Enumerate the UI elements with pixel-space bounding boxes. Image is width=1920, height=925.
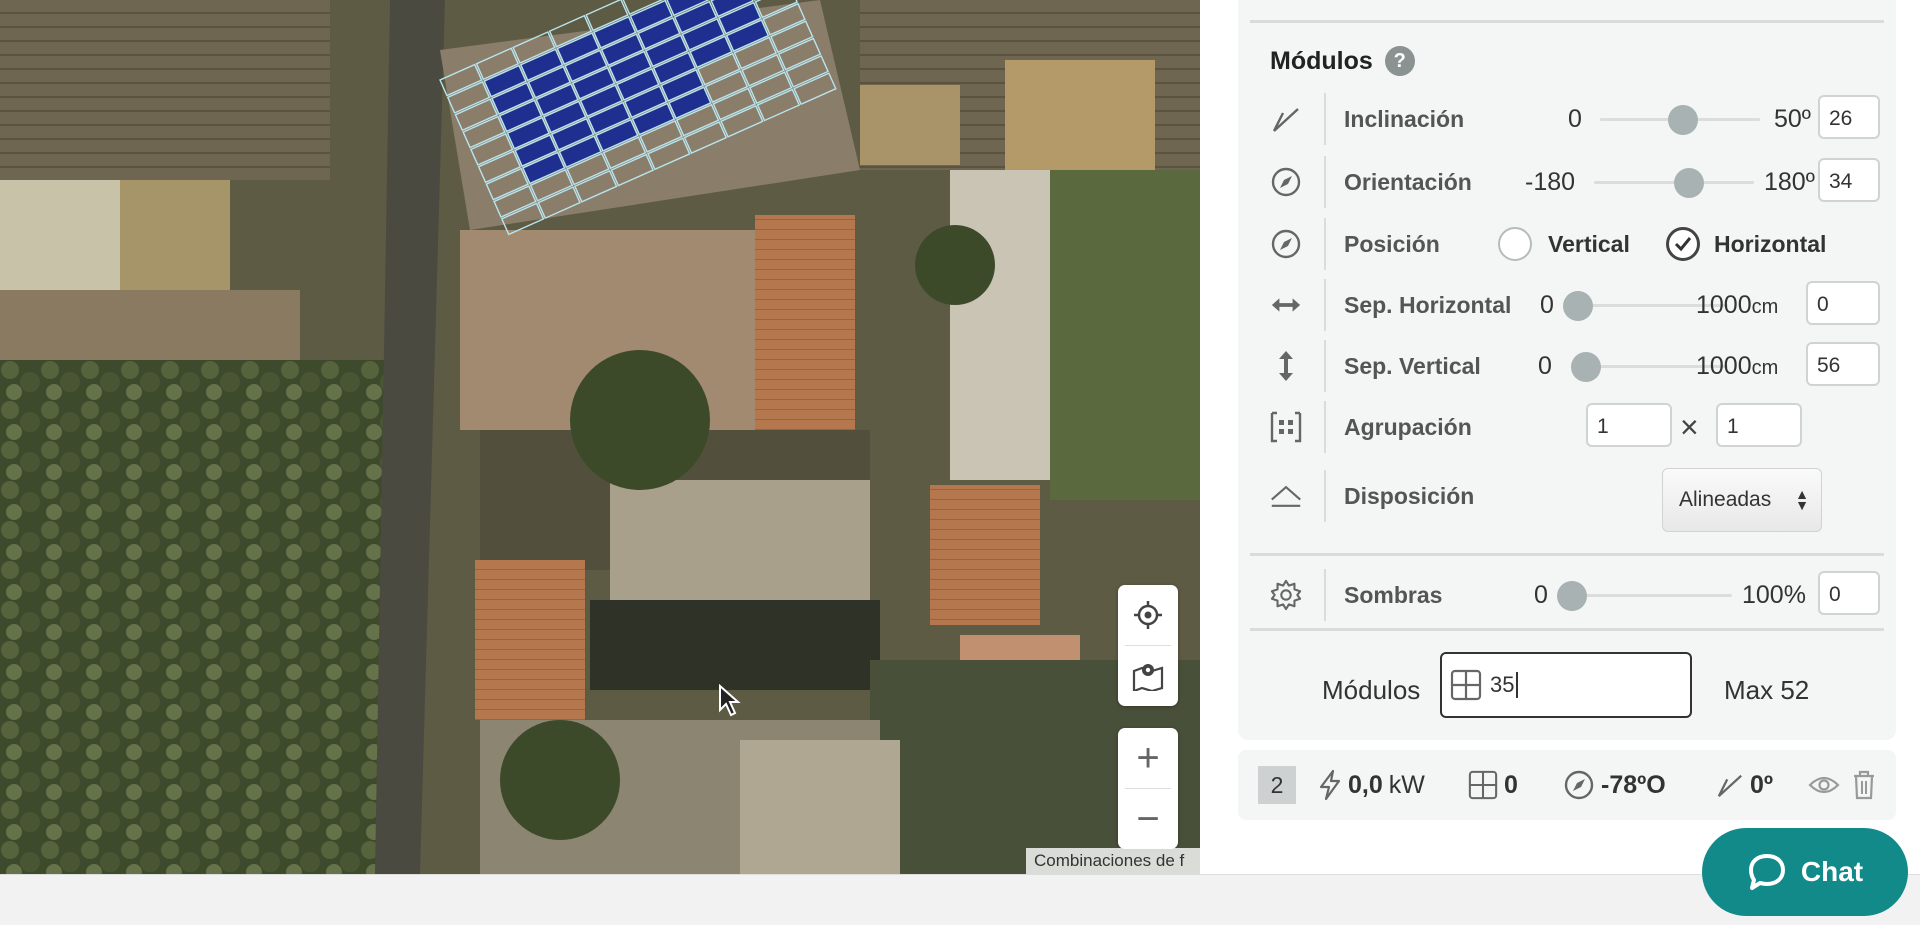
trash-icon — [1852, 770, 1876, 800]
sombras-min: 0 — [1534, 565, 1548, 625]
plus-icon: + — [1136, 738, 1159, 778]
array-summary-bar: 2 0,0kW 0 -78ºO 0º — [1238, 750, 1896, 820]
map-type-button[interactable] — [1118, 646, 1178, 706]
modules-panel: Módulos ? Inclinación 0 50º 26 Orientaci… — [1238, 0, 1896, 740]
inclinacion-label: Inclinación — [1344, 89, 1464, 149]
chat-bubble-icon — [1747, 852, 1787, 892]
disposicion-row: Disposición Alineadas ▲▼ — [1250, 466, 1884, 526]
locate-button[interactable] — [1118, 585, 1178, 645]
orientacion-input[interactable]: 34 — [1818, 158, 1880, 202]
sep-vertical-label: Sep. Vertical — [1344, 336, 1481, 396]
tilt-icon — [1716, 771, 1744, 799]
disposicion-label: Disposición — [1344, 466, 1474, 526]
agrupacion-rows-input[interactable]: 1 — [1586, 403, 1672, 447]
sep-vertical-max: 1000cm — [1696, 336, 1778, 396]
sombras-input[interactable]: 0 — [1818, 571, 1880, 615]
lightning-icon — [1318, 769, 1342, 801]
gear-icon — [1270, 579, 1302, 611]
orientacion-max: 180º — [1764, 152, 1815, 212]
inclinacion-max: 50º — [1774, 89, 1811, 149]
mouse-cursor-icon — [718, 684, 742, 718]
inclinacion-row: Inclinación 0 50º 26 — [1250, 89, 1884, 149]
disposicion-select[interactable]: Alineadas ▲▼ — [1662, 468, 1822, 532]
modules-title: Módulos ? — [1270, 46, 1415, 76]
arrows-vertical-icon — [1270, 350, 1302, 382]
sep-vertical-slider-handle[interactable] — [1571, 352, 1601, 382]
bottom-bar — [0, 874, 1920, 925]
agrupacion-label: Agrupación — [1344, 397, 1472, 457]
sombras-slider-handle[interactable] — [1557, 581, 1587, 611]
modules-summary: 0 — [1468, 750, 1518, 820]
crosshair-icon — [1133, 600, 1163, 630]
sep-horizontal-input[interactable]: 0 — [1806, 281, 1880, 325]
tilt-icon — [1270, 103, 1302, 135]
horizontal-label[interactable]: Horizontal — [1714, 214, 1826, 274]
inclinacion-input[interactable]: 26 — [1818, 95, 1880, 139]
check-icon — [1669, 230, 1697, 258]
satellite-map[interactable]: + − Combinaciones de f — [0, 0, 1200, 874]
zoom-controls: + − — [1118, 728, 1178, 849]
compass-icon — [1270, 166, 1302, 198]
posicion-label: Posición — [1344, 214, 1440, 274]
sombras-max: 100% — [1742, 565, 1806, 625]
agrupacion-row: Agrupación 1 × 1 — [1250, 397, 1884, 457]
compass-icon — [1270, 228, 1302, 260]
orientacion-label: Orientación — [1344, 152, 1472, 212]
sep-vertical-min: 0 — [1538, 336, 1552, 396]
agrupacion-cols-input[interactable]: 1 — [1716, 403, 1802, 447]
sep-vertical-input[interactable]: 56 — [1806, 342, 1880, 386]
sep-horizontal-row: Sep. Horizontal 0 1000cm 0 — [1250, 275, 1884, 335]
map-imagery — [0, 0, 1200, 874]
sombras-slider[interactable] — [1572, 594, 1732, 597]
vertical-label[interactable]: Vertical — [1548, 214, 1630, 274]
sombras-row: Sombras 0 100% 0 — [1250, 565, 1884, 625]
grid-group-icon — [1270, 411, 1302, 443]
help-icon[interactable]: ? — [1385, 46, 1415, 76]
sep-horizontal-slider-handle[interactable] — [1563, 291, 1593, 321]
inclinacion-slider-handle[interactable] — [1668, 105, 1698, 135]
sep-vertical-row: Sep. Vertical 0 1000cm 56 — [1250, 336, 1884, 396]
roof-icon — [1270, 480, 1302, 512]
panel-grid-icon — [1450, 669, 1482, 701]
modules-max: Max 52 — [1724, 660, 1809, 720]
modules-count-label: Módulos — [1322, 660, 1420, 720]
map-attribution[interactable]: Combinaciones de f — [1026, 848, 1200, 874]
delete-button[interactable] — [1852, 750, 1876, 820]
chat-button[interactable]: Chat — [1702, 828, 1908, 916]
map-pin-icon — [1132, 661, 1164, 691]
vertical-radio[interactable] — [1498, 227, 1532, 261]
sep-horizontal-min: 0 — [1540, 275, 1554, 335]
modules-count-input[interactable]: 35 — [1440, 652, 1692, 718]
sep-horizontal-label: Sep. Horizontal — [1344, 275, 1511, 335]
horizontal-radio[interactable] — [1666, 227, 1700, 261]
orientation-summary: -78ºO — [1563, 750, 1666, 820]
sombras-label: Sombras — [1344, 565, 1442, 625]
sep-horizontal-max: 1000cm — [1696, 275, 1778, 335]
eye-icon — [1808, 773, 1840, 797]
tilt-summary: 0º — [1716, 750, 1773, 820]
arrows-horizontal-icon — [1270, 289, 1302, 321]
power-summary: 0,0kW — [1318, 750, 1425, 820]
visibility-button[interactable] — [1808, 750, 1840, 820]
array-index-badge[interactable]: 2 — [1258, 766, 1296, 804]
orientacion-row: Orientación -180 180º 34 — [1250, 152, 1884, 212]
orientacion-min: -180 — [1525, 152, 1575, 212]
inclinacion-min: 0 — [1568, 89, 1582, 149]
orientacion-slider-handle[interactable] — [1674, 168, 1704, 198]
panel-grid-icon — [1468, 770, 1498, 800]
select-arrows-icon: ▲▼ — [1795, 489, 1809, 511]
posicion-row: Posición Vertical Horizontal — [1250, 214, 1884, 274]
map-tools — [1118, 585, 1178, 706]
zoom-in-button[interactable]: + — [1118, 728, 1178, 788]
minus-icon: − — [1136, 799, 1159, 839]
times-icon: × — [1680, 397, 1699, 457]
zoom-out-button[interactable]: − — [1118, 789, 1178, 849]
compass-icon — [1563, 769, 1595, 801]
